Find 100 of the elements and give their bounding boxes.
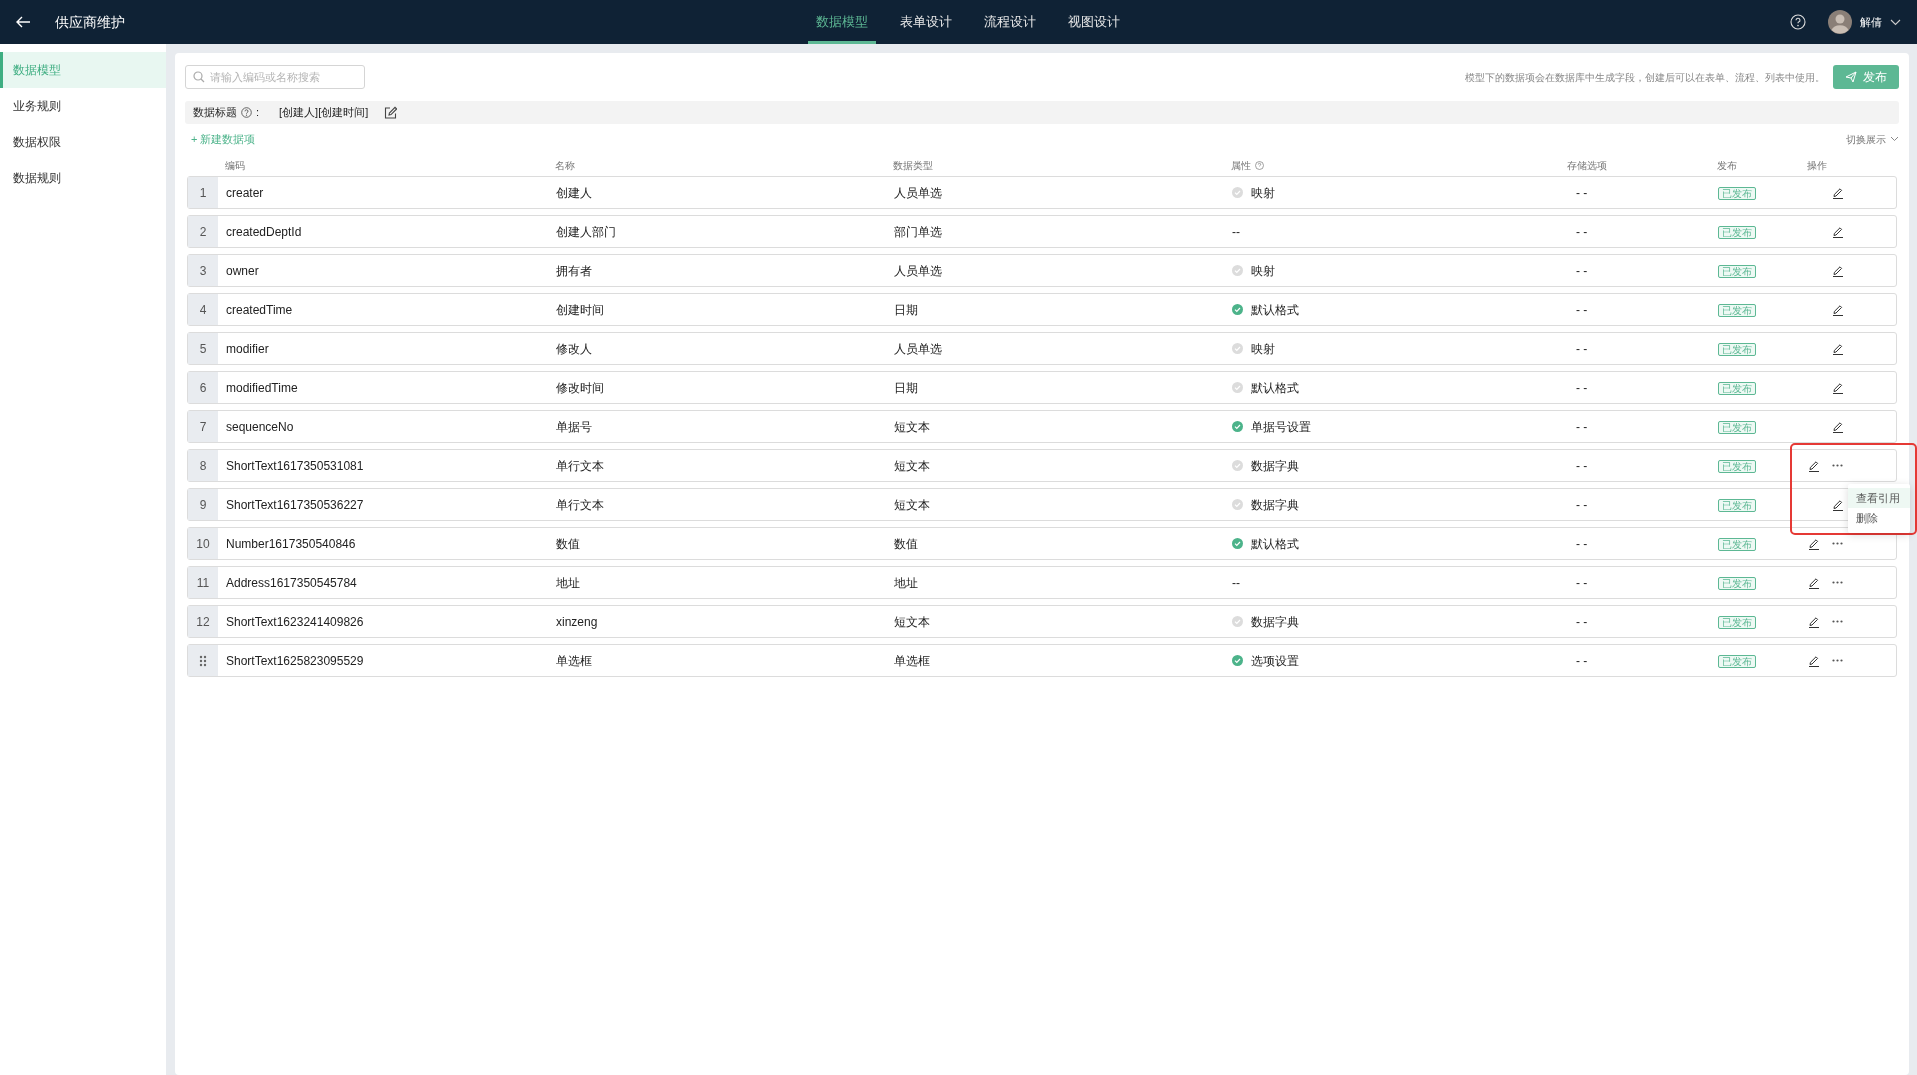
avatar-icon	[1828, 10, 1852, 34]
edit-icon[interactable]	[1832, 498, 1844, 511]
column-header: 存储选项	[1567, 158, 1607, 173]
table-cell-text: 映射	[1251, 262, 1275, 280]
table-cell: - -	[1576, 302, 1588, 317]
row-number: 5	[199, 340, 207, 358]
table-cell: - -	[1576, 575, 1588, 590]
more-icon[interactable]	[1832, 620, 1843, 623]
sidebar-item[interactable]: 数据权限	[0, 124, 166, 160]
send-icon	[1845, 71, 1857, 83]
table-cell-text: 单据号设置	[1251, 418, 1311, 436]
row-number: 4	[199, 301, 207, 319]
table-cell: 短文本	[894, 458, 930, 473]
row-number: 9	[199, 496, 207, 514]
table-cell: ShortText1617350536227	[226, 497, 364, 512]
edit-icon[interactable]	[384, 106, 398, 119]
status-badge: 已发布	[1718, 498, 1756, 512]
edit-icon[interactable]	[1832, 420, 1844, 433]
more-icon[interactable]	[1832, 542, 1843, 545]
table-cell: 地址	[556, 575, 580, 590]
table-cell: - -	[1576, 614, 1588, 629]
table-cell: 单选框	[556, 653, 592, 668]
status-badge: 已发布	[1718, 186, 1756, 200]
drag-handle-icon[interactable]	[199, 654, 207, 667]
edit-icon[interactable]	[1832, 264, 1844, 277]
row-number: 1	[199, 184, 207, 202]
table-cell: 人员单选	[894, 263, 942, 278]
more-icon[interactable]	[1832, 581, 1843, 584]
more-icon[interactable]	[1832, 464, 1843, 467]
table-cell: 日期	[894, 380, 918, 395]
menu-item[interactable]: 删除	[1848, 508, 1910, 529]
table-cell: 创建人部门	[556, 224, 616, 239]
table-cell: - -	[1576, 497, 1588, 512]
table-cell: - -	[1576, 341, 1588, 356]
edit-icon[interactable]	[1808, 537, 1820, 550]
table-cell: 修改人	[556, 341, 592, 356]
table-cell-text: 数据字典	[1251, 457, 1299, 475]
table-cell-text: 数据字典	[1251, 496, 1299, 514]
table-cell: 数值	[894, 536, 918, 551]
sidebar-item[interactable]: 业务规则	[0, 88, 166, 124]
table-cell-text: 默认格式	[1251, 301, 1299, 319]
nav-tab[interactable]: 数据模型	[808, 0, 876, 44]
edit-icon[interactable]	[1832, 342, 1844, 355]
table-cell: 单据号	[556, 419, 592, 434]
row-number: 3	[199, 262, 207, 280]
status-badge: 已发布	[1718, 342, 1756, 356]
table-cell: createdTime	[226, 302, 293, 317]
status-badge: 已发布	[1718, 615, 1756, 629]
table-cell: - -	[1576, 536, 1588, 551]
edit-icon[interactable]	[1808, 576, 1820, 589]
search-field[interactable]: 请输入编码或名称搜索	[185, 65, 365, 89]
more-icon[interactable]	[1832, 659, 1843, 662]
table-cell-text: 映射	[1251, 340, 1275, 358]
row-number: 6	[199, 379, 207, 397]
row-number: 11	[196, 574, 210, 592]
nav-tab[interactable]: 表单设计	[892, 0, 960, 44]
edit-icon[interactable]	[1832, 186, 1844, 199]
status-badge: 已发布	[1718, 654, 1756, 668]
table-cell: - -	[1576, 419, 1588, 434]
table-cell: 单行文本	[556, 497, 604, 512]
column-header: 名称	[555, 158, 575, 173]
edit-icon[interactable]	[1808, 654, 1820, 667]
hint-text: 模型下的数据项会在数据库中生成字段，创建后可以在表单、流程、列表中使用。	[1465, 70, 1825, 85]
column-header: 发布	[1717, 158, 1737, 173]
table-cell: 日期	[894, 302, 918, 317]
edit-icon[interactable]	[1832, 225, 1844, 238]
column-header: 操作	[1807, 158, 1827, 173]
table-cell: - -	[1576, 185, 1588, 200]
table-cell: 修改时间	[556, 380, 604, 395]
chevron-down-icon	[1890, 136, 1899, 142]
table-cell: - -	[1576, 380, 1588, 395]
nav-tab[interactable]: 视图设计	[1060, 0, 1128, 44]
menu-item[interactable]: 查看引用	[1848, 487, 1910, 508]
table-cell: createdDeptId	[226, 224, 302, 239]
nav-tab[interactable]: 流程设计	[976, 0, 1044, 44]
edit-icon[interactable]	[1808, 615, 1820, 628]
table-cell-text: --	[1232, 574, 1240, 592]
edit-icon[interactable]	[1808, 459, 1820, 472]
table-cell: Address1617350545784	[226, 575, 357, 590]
table-cell: modifiedTime	[226, 380, 298, 395]
table-cell: ShortText1623241409826	[226, 614, 364, 629]
edit-icon[interactable]	[1832, 381, 1844, 394]
view-toggle[interactable]: 切换展示	[1846, 131, 1899, 147]
table-cell: - -	[1576, 653, 1588, 668]
user-menu[interactable]: 解倩	[1828, 10, 1901, 34]
table-cell: 部门单选	[894, 224, 942, 239]
row-number: 2	[199, 223, 207, 241]
table-cell: 创建人	[556, 185, 592, 200]
sidebar-item[interactable]: 数据规则	[0, 160, 166, 196]
back-arrow-icon[interactable]	[16, 15, 31, 29]
table-cell-text: 默认格式	[1251, 535, 1299, 553]
status-badge: 已发布	[1718, 537, 1756, 551]
table-cell-text: 默认格式	[1251, 379, 1299, 397]
table-cell: owner	[226, 263, 259, 278]
status-badge: 已发布	[1718, 381, 1756, 395]
page-title: 供应商维护	[55, 12, 125, 32]
edit-icon[interactable]	[1832, 303, 1844, 316]
table-cell: - -	[1576, 458, 1588, 473]
status-badge: 已发布	[1718, 303, 1756, 317]
table-cell: 地址	[894, 575, 918, 590]
